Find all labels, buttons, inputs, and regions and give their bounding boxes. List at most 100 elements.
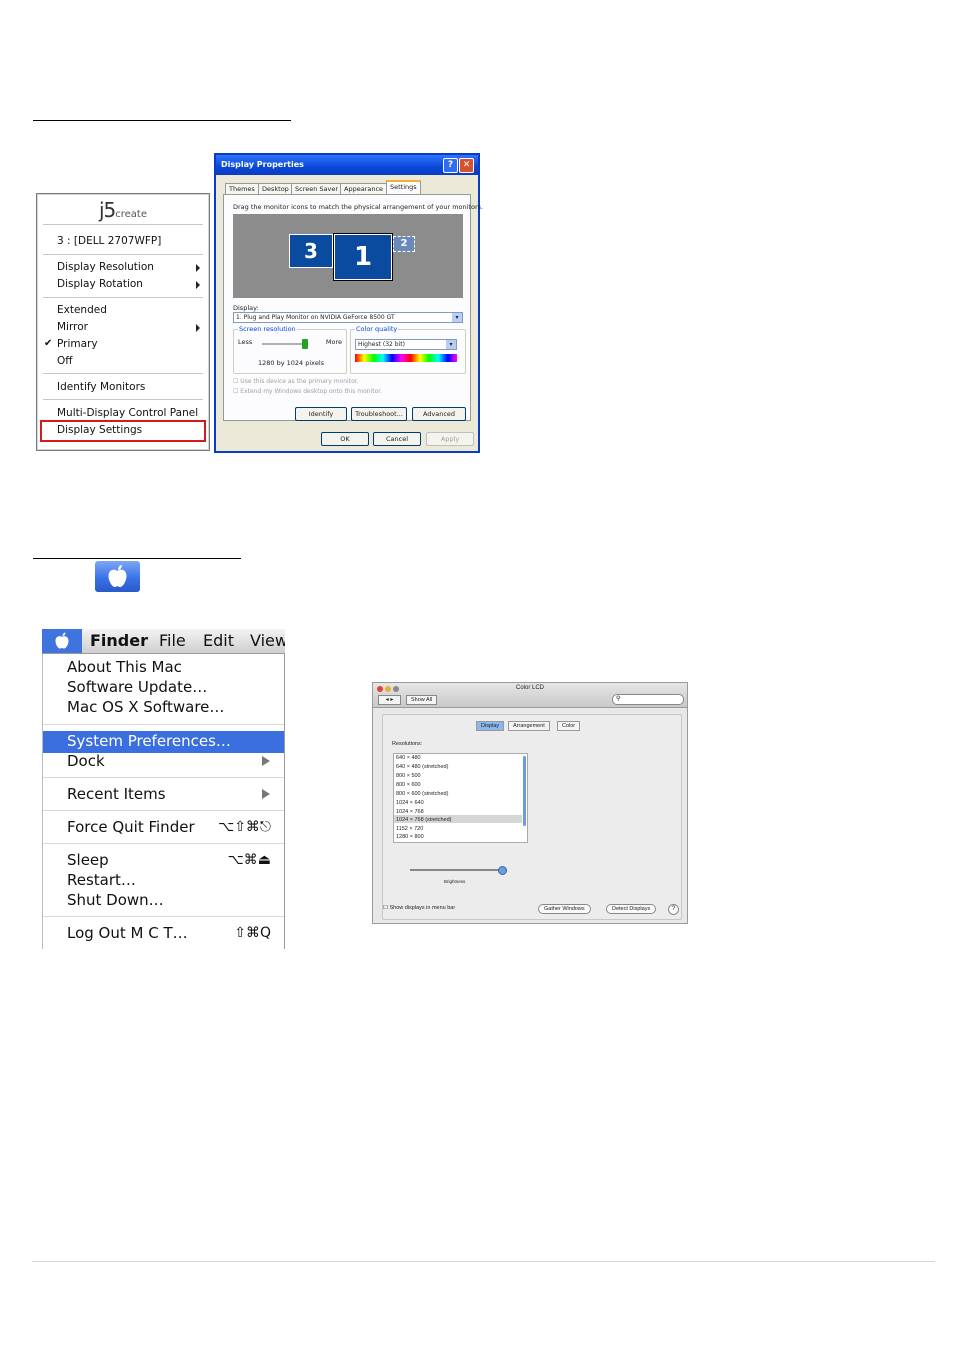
display-label: Display: xyxy=(233,304,259,312)
submenu-arrow-icon xyxy=(196,281,200,289)
display-properties-window: Display Properties ? ✕ Themes Desktop Sc… xyxy=(214,153,483,453)
list-item[interactable]: 800 × 600 xyxy=(396,782,421,788)
menu-edit[interactable]: Edit xyxy=(203,631,234,650)
resolution-slider-thumb[interactable] xyxy=(302,339,308,349)
menu-item-multi-display-control-panel[interactable]: Multi-Display Control Panel xyxy=(57,407,198,419)
window-title: Display Properties xyxy=(216,155,478,175)
menu-item-system-preferences[interactable]: System Preferences… xyxy=(67,732,231,750)
menu-view[interactable]: View xyxy=(250,631,285,650)
list-item[interactable]: 800 × 600 (stretched) xyxy=(396,791,448,797)
back-forward-buttons[interactable]: ◂ ▸ xyxy=(378,695,401,705)
menu-item-mac-os-x-software[interactable]: Mac OS X Software… xyxy=(67,698,224,716)
troubleshoot-button[interactable]: Troubleshoot... xyxy=(351,407,407,421)
advanced-button[interactable]: Advanced xyxy=(412,407,466,421)
monitor-2-icon[interactable]: 2 xyxy=(393,236,415,252)
menu-item-sleep[interactable]: Sleep xyxy=(67,851,109,869)
resolution-slider-track[interactable] xyxy=(262,343,306,345)
segment-display[interactable]: Display xyxy=(476,721,505,731)
menu-item-primary[interactable]: Primary xyxy=(57,338,98,350)
monitor-3-icon[interactable]: 3 xyxy=(289,234,333,268)
menu-item-off[interactable]: Off xyxy=(57,355,73,367)
menu-bar: Finder File Edit View xyxy=(42,629,285,654)
search-icon: ⚲ xyxy=(616,696,621,702)
brightness-slider-thumb[interactable] xyxy=(498,866,507,875)
search-input[interactable]: ⚲ xyxy=(612,694,684,705)
check-icon: ✔ xyxy=(44,338,53,349)
list-item-selected[interactable]: 1024 × 768 (stretched) xyxy=(396,817,452,823)
menu-item-dock[interactable]: Dock xyxy=(67,752,105,770)
display-select[interactable]: 1. Plug and Play Monitor on NVIDIA GeFor… xyxy=(233,312,463,323)
menu-separator xyxy=(43,399,203,400)
monitor-1-icon[interactable]: 1 xyxy=(333,233,393,281)
apple-logo-icon xyxy=(95,561,140,592)
j5-logo: j5create xyxy=(98,198,148,222)
ok-button[interactable]: OK xyxy=(321,432,369,446)
menu-item-display-settings[interactable]: Display Settings xyxy=(57,424,142,436)
list-item[interactable]: 640 × 480 xyxy=(396,755,421,761)
show-all-button[interactable]: Show All xyxy=(406,695,438,705)
menu-separator xyxy=(43,724,284,725)
detect-displays-button[interactable]: Detect Displays xyxy=(606,904,657,914)
list-item[interactable]: 640 × 480 (stretched) xyxy=(396,764,448,770)
submenu-arrow-icon xyxy=(196,264,200,272)
menu-item-force-quit-finder[interactable]: Force Quit Finder xyxy=(67,818,195,836)
color-spectrum-bar xyxy=(355,354,457,362)
list-item[interactable]: 800 × 500 xyxy=(396,773,421,779)
show-displays-checkbox[interactable]: ☐ Show displays in menu bar xyxy=(383,905,455,911)
scrollbar[interactable] xyxy=(523,756,526,826)
menu-separator xyxy=(43,843,284,844)
menu-separator xyxy=(43,254,203,255)
menu-item-identify-monitors[interactable]: Identify Monitors xyxy=(57,381,145,393)
identify-button[interactable]: Identify xyxy=(295,407,347,421)
gather-windows-button[interactable]: Gather Windows xyxy=(538,904,591,914)
apply-button[interactable]: Apply xyxy=(426,432,474,446)
menu-item-about-this-mac[interactable]: About This Mac xyxy=(67,658,182,676)
log-out-shortcut: ⇧⌘Q xyxy=(234,925,271,941)
menu-item-recent-items[interactable]: Recent Items xyxy=(67,785,166,803)
menu-separator xyxy=(43,373,203,374)
segment-arrangement[interactable]: Arrangement xyxy=(508,721,550,731)
color-quality-select[interactable]: Highest (32 bit) ▾ xyxy=(355,339,457,350)
show-displays-label: Show displays in menu bar xyxy=(389,905,456,911)
screen-resolution-group: Screen resolution Less More 1280 by 1024… xyxy=(233,325,347,374)
apple-menu-body: About This Mac Software Update… Mac OS X… xyxy=(42,654,285,949)
menu-file[interactable]: File xyxy=(159,631,186,650)
menu-item-software-update[interactable]: Software Update… xyxy=(67,678,207,696)
segment-color[interactable]: Color xyxy=(557,721,581,731)
settings-panel: Drag the monitor icons to match the phys… xyxy=(223,194,483,421)
brightness-label: Brightness xyxy=(444,879,466,884)
force-quit-shortcut: ⌥⇧⌘⎋ xyxy=(218,819,271,835)
menu-item-display-rotation[interactable]: Display Rotation xyxy=(57,278,143,290)
section-rule-windows xyxy=(33,120,291,121)
submenu-arrow-icon xyxy=(196,324,200,332)
resolutions-list[interactable]: 640 × 480 640 × 480 (stretched) 800 × 50… xyxy=(393,753,528,843)
menu-separator xyxy=(43,916,284,917)
menu-item-log-out[interactable]: Log Out M C T… xyxy=(67,924,188,942)
cancel-button[interactable]: Cancel xyxy=(373,432,421,446)
less-label: Less xyxy=(238,338,253,346)
menu-separator xyxy=(43,810,284,811)
close-button[interactable]: ✕ xyxy=(459,158,474,173)
menu-item-shut-down[interactable]: Shut Down… xyxy=(67,891,164,909)
list-item[interactable]: 1024 × 640 xyxy=(396,800,424,806)
apple-menu-icon[interactable] xyxy=(42,629,82,653)
help-button[interactable]: ? xyxy=(443,158,458,173)
brightness-slider-track[interactable] xyxy=(410,869,502,871)
list-item[interactable]: 1024 × 768 xyxy=(396,809,424,815)
menu-separator xyxy=(43,777,284,778)
monitor-arrangement-area[interactable]: 3 1 2 xyxy=(233,214,463,298)
color-lcd-window: Color LCD ◂ ▸ Show All ⚲ Display Arrange… xyxy=(372,682,688,924)
sleep-shortcut: ⌥⌘⏏ xyxy=(227,852,271,868)
menu-item-extended[interactable]: Extended xyxy=(57,304,107,316)
menu-item-restart[interactable]: Restart… xyxy=(67,871,136,889)
use-primary-checkbox[interactable]: ☐ Use this device as the primary monitor… xyxy=(233,378,359,385)
list-item[interactable]: 1280 × 800 xyxy=(396,834,424,840)
menu-item-display-resolution[interactable]: Display Resolution xyxy=(57,261,154,273)
monitor-name: 3 : [DELL 2707WFP] xyxy=(57,235,162,247)
extend-desktop-checkbox[interactable]: ☐ Extend my Windows desktop onto this mo… xyxy=(233,388,382,395)
menu-finder[interactable]: Finder xyxy=(90,631,148,650)
menu-item-mirror[interactable]: Mirror xyxy=(57,321,88,333)
help-button[interactable]: ? xyxy=(668,904,679,915)
list-item[interactable]: 1152 × 720 xyxy=(396,826,423,832)
use-primary-label: Use this device as the primary monitor. xyxy=(240,378,359,385)
